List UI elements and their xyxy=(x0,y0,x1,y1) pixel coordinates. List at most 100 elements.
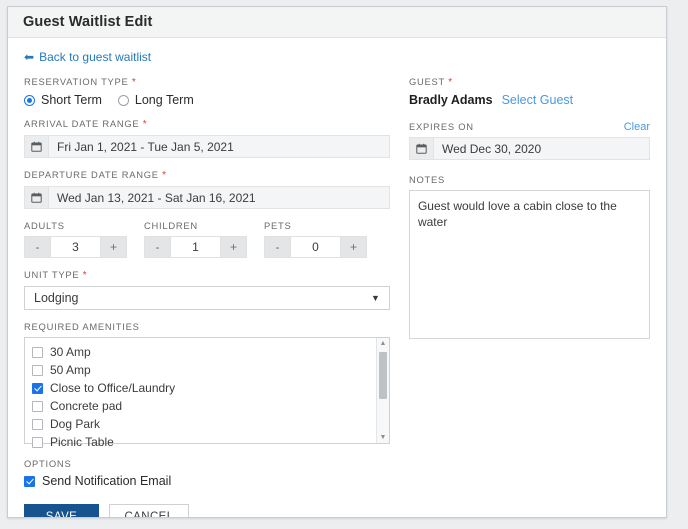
back-to-guest-waitlist-link[interactable]: ⬅ Back to guest waitlist xyxy=(24,50,151,64)
options-field: OPTIONS Send Notification Email xyxy=(24,458,390,488)
scroll-down-icon[interactable]: ▼ xyxy=(380,434,387,441)
departure-date-range-input[interactable]: Wed Jan 13, 2021 - Sat Jan 16, 2021 xyxy=(24,186,390,209)
list-item[interactable]: 50 Amp xyxy=(32,361,376,379)
card-header: Guest Waitlist Edit xyxy=(8,7,666,38)
adults-value[interactable]: 3 xyxy=(51,236,100,258)
pets-value[interactable]: 0 xyxy=(291,236,340,258)
required-marker: * xyxy=(448,77,453,88)
expires-on-label-row: EXPIRES ON Clear xyxy=(409,121,650,137)
amenity-label: Picnic Table xyxy=(50,435,114,449)
radio-option-long-term[interactable]: Long Term xyxy=(117,93,194,107)
required-marker: * xyxy=(131,77,137,88)
required-amenities-list: 30 Amp 50 Amp Close to Office/Laundry Co… xyxy=(24,337,390,449)
adults-decrement-button[interactable]: - xyxy=(24,236,51,258)
arrow-left-icon: ⬅ xyxy=(24,50,35,64)
required-marker: * xyxy=(162,170,167,181)
children-counter: CHILDREN - 1 + xyxy=(144,220,247,258)
send-notification-email-label: Send Notification Email xyxy=(42,474,172,488)
arrival-date-range-input[interactable]: Fri Jan 1, 2021 - Tue Jan 5, 2021 xyxy=(24,135,390,158)
send-notification-email-option[interactable]: Send Notification Email xyxy=(24,474,390,488)
unit-type-field: UNIT TYPE * Lodging ▼ xyxy=(24,269,390,310)
required-amenities-label: REQUIRED AMENITIES xyxy=(24,321,140,332)
amenity-label: Close to Office/Laundry xyxy=(50,381,176,395)
radio-icon-long-term[interactable] xyxy=(117,94,129,106)
checkbox-icon[interactable] xyxy=(32,418,43,430)
left-column: RESERVATION TYPE * Short Term Long Term xyxy=(24,76,390,517)
card-body: ⬅ Back to guest waitlist RESERVATION TYP… xyxy=(8,38,666,517)
occupancy-counters: ADULTS - 3 + CHILDREN - 1 + PETS - 0 + xyxy=(24,220,390,258)
checkbox-icon[interactable] xyxy=(32,364,43,376)
adults-counter: ADULTS - 3 + xyxy=(24,220,127,258)
expires-on-label: EXPIRES ON xyxy=(408,121,474,132)
list-item[interactable]: Dog Park xyxy=(32,415,376,433)
amenity-label: 30 Amp xyxy=(50,345,91,359)
pets-label: PETS xyxy=(264,220,292,231)
clear-expires-on-link[interactable]: Clear xyxy=(624,121,650,133)
list-item[interactable]: Concrete pad xyxy=(32,397,376,415)
list-item[interactable]: Picnic Table xyxy=(32,433,376,451)
adults-stepper[interactable]: - 3 + xyxy=(24,236,127,258)
children-decrement-button[interactable]: - xyxy=(144,236,171,258)
radio-icon-short-term[interactable] xyxy=(24,94,35,106)
chevron-down-icon: ▼ xyxy=(371,293,380,303)
unit-type-select[interactable]: Lodging ▼ xyxy=(24,286,390,310)
adults-increment-button[interactable]: + xyxy=(100,236,127,258)
select-guest-link[interactable]: Select Guest xyxy=(502,93,574,107)
reservation-type-label: RESERVATION TYPE * xyxy=(24,76,137,88)
arrival-date-range-label: ARRIVAL DATE RANGE * xyxy=(24,118,148,130)
checkbox-icon[interactable] xyxy=(32,400,43,412)
pets-decrement-button[interactable]: - xyxy=(264,236,291,258)
guest-field: GUEST * Bradly Adams Select Guest xyxy=(409,76,650,107)
departure-date-range-value: Wed Jan 13, 2021 - Sat Jan 16, 2021 xyxy=(49,187,389,208)
right-column: GUEST * Bradly Adams Select Guest EXPIRE… xyxy=(408,76,650,517)
expires-on-input[interactable]: Wed Dec 30, 2020 xyxy=(408,137,650,160)
arrival-date-range-value: Fri Jan 1, 2021 - Tue Jan 5, 2021 xyxy=(49,136,389,157)
list-item[interactable]: Close to Office/Laundry xyxy=(32,379,376,397)
amenities-scrollbar[interactable]: ▲ ▼ xyxy=(375,338,389,443)
form-columns: RESERVATION TYPE * Short Term Long Term xyxy=(24,76,650,517)
amenities-options: 30 Amp 50 Amp Close to Office/Laundry Co… xyxy=(25,338,376,449)
guest-waitlist-edit-card: Guest Waitlist Edit ⬅ Back to guest wait… xyxy=(7,6,667,518)
notes-field: NOTES Guest would love a cabin close to … xyxy=(408,174,650,339)
children-value[interactable]: 1 xyxy=(171,236,220,258)
required-amenities-field: REQUIRED AMENITIES 30 Amp 50 Amp Close t… xyxy=(24,321,390,449)
checkbox-icon[interactable] xyxy=(32,436,43,448)
checkbox-icon[interactable] xyxy=(32,382,43,394)
calendar-icon xyxy=(409,138,434,159)
radio-label-short-term: Short Term xyxy=(41,93,102,107)
options-label: OPTIONS xyxy=(24,458,72,469)
back-link-label: Back to guest waitlist xyxy=(39,50,152,64)
guest-name: Bradly Adams xyxy=(408,93,493,107)
form-actions: SAVE CANCEL xyxy=(24,504,390,517)
checkbox-icon[interactable] xyxy=(32,346,43,358)
list-item[interactable]: 30 Amp xyxy=(32,343,376,361)
guest-row: Bradly Adams Select Guest xyxy=(409,93,650,107)
reservation-type-field: RESERVATION TYPE * Short Term Long Term xyxy=(24,76,390,107)
calendar-icon xyxy=(25,136,49,157)
departure-date-range-label: DEPARTURE DATE RANGE * xyxy=(24,169,167,181)
pets-increment-button[interactable]: + xyxy=(340,236,367,258)
amenity-label: Concrete pad xyxy=(50,399,123,413)
unit-type-label: UNIT TYPE * xyxy=(24,269,88,281)
scrollbar-thumb[interactable] xyxy=(378,352,387,399)
notes-textarea[interactable]: Guest would love a cabin close to the wa… xyxy=(408,190,650,339)
calendar-icon xyxy=(25,187,49,208)
unit-type-value: Lodging xyxy=(34,291,79,305)
children-stepper[interactable]: - 1 + xyxy=(144,236,247,258)
required-marker: * xyxy=(82,270,88,281)
checkbox-icon[interactable] xyxy=(24,475,35,487)
page-title: Guest Waitlist Edit xyxy=(23,14,153,30)
radio-label-long-term: Long Term xyxy=(134,93,194,107)
reservation-type-radio-group: Short Term Long Term xyxy=(24,93,390,107)
save-button[interactable]: SAVE xyxy=(24,504,99,517)
radio-option-short-term[interactable]: Short Term xyxy=(24,93,102,107)
pets-stepper[interactable]: - 0 + xyxy=(264,236,367,258)
arrival-date-range-field: ARRIVAL DATE RANGE * Fri Jan 1, 2021 - T… xyxy=(24,118,390,158)
expires-on-value: Wed Dec 30, 2020 xyxy=(433,138,649,159)
children-increment-button[interactable]: + xyxy=(220,236,247,258)
cancel-button[interactable]: CANCEL xyxy=(109,504,189,517)
departure-date-range-field: DEPARTURE DATE RANGE * Wed Jan 13, 2021 … xyxy=(24,169,390,209)
expires-on-field: EXPIRES ON Clear Wed Dec 30, 2020 xyxy=(408,121,650,160)
scroll-up-icon[interactable]: ▲ xyxy=(380,340,387,347)
children-label: CHILDREN xyxy=(144,220,198,231)
